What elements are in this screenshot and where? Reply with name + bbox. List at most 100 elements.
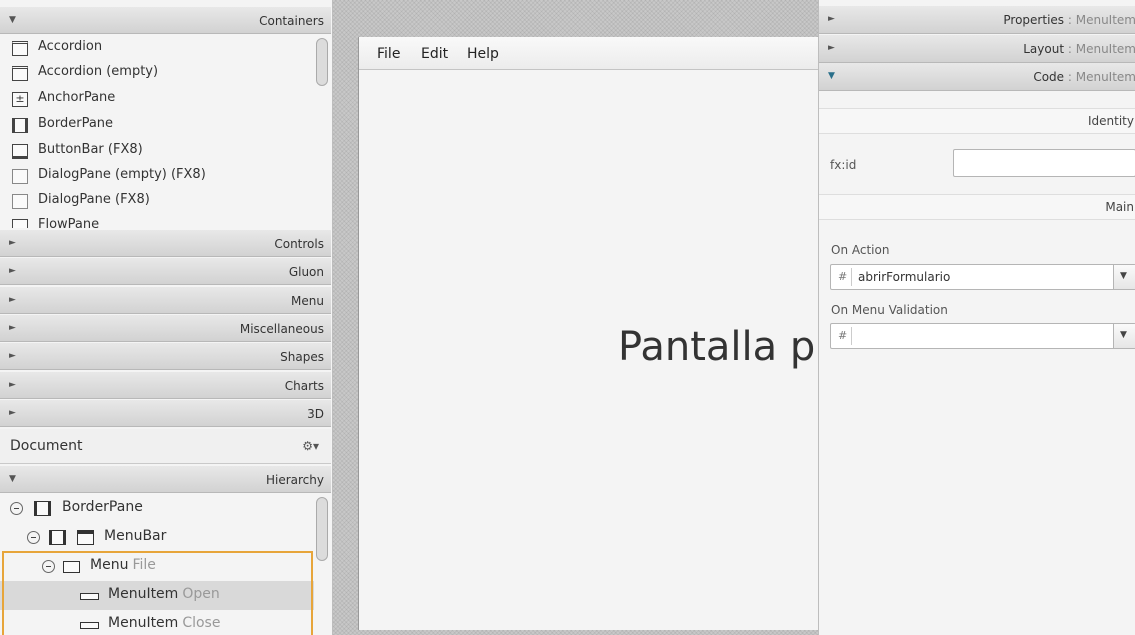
collapsed-arrow-icon: ► xyxy=(9,323,16,333)
menu-help[interactable]: Help xyxy=(467,46,499,62)
expanded-arrow-icon: ▼ xyxy=(9,474,16,484)
dialogpane-icon xyxy=(12,169,28,184)
layout-title: Layout xyxy=(1023,42,1065,56)
on-action-value[interactable]: abrirFormulario xyxy=(858,270,950,284)
collapsed-arrow-icon: ► xyxy=(9,266,16,276)
identity-section: Identity xyxy=(819,108,1135,134)
tree-node-menubar[interactable]: MenuBar xyxy=(0,523,314,552)
code-header[interactable]: ▼ Code : MenuItem xyxy=(819,63,1135,91)
on-action-label: On Action xyxy=(831,243,890,257)
collapsed-arrow-icon: ► xyxy=(9,408,16,418)
document-header: Document ⚙▾ xyxy=(0,429,331,464)
properties-header[interactable]: ► Properties : MenuItem xyxy=(819,6,1135,34)
hash-icon: # xyxy=(838,270,848,283)
accordion-icon xyxy=(12,41,28,56)
collapsed-arrow-icon: ► xyxy=(828,43,835,53)
tree-node-borderpane[interactable]: BorderPane xyxy=(0,494,314,523)
main-section: Main xyxy=(819,194,1135,220)
anchorpane-icon: ± xyxy=(12,92,28,107)
collapsed-arrow-icon: ► xyxy=(828,14,835,24)
collapse-icon[interactable] xyxy=(42,560,55,573)
dropdown-button[interactable]: ▼ xyxy=(1113,265,1135,289)
menu-edit[interactable]: Edit xyxy=(421,46,448,62)
shapes-header[interactable]: ► Shapes xyxy=(0,342,331,370)
design-canvas[interactable]: File Edit Help Pantalla principal xyxy=(358,37,818,630)
hash-icon: # xyxy=(838,329,848,342)
menuitem-icon xyxy=(80,622,99,629)
containers-title: Containers xyxy=(259,14,324,28)
containers-header[interactable]: ▼ Containers xyxy=(0,6,331,34)
gear-icon[interactable]: ⚙▾ xyxy=(302,439,319,453)
library-item-accordion-empty[interactable]: Accordion (empty) xyxy=(0,61,314,86)
collapse-icon[interactable] xyxy=(10,502,23,515)
buttonbar-icon xyxy=(12,144,28,159)
collapse-icon[interactable] xyxy=(27,531,40,544)
tree-node-name: MenuItem xyxy=(108,586,179,602)
combo-separator xyxy=(851,268,852,286)
library-item-borderpane[interactable]: BorderPane xyxy=(0,113,314,138)
dialogpane-icon xyxy=(12,194,28,209)
combo-separator xyxy=(851,327,852,345)
tree-node-subtitle: Close xyxy=(182,615,221,631)
fxid-label: fx:id xyxy=(830,158,857,172)
library-item-accordion[interactable]: Accordion xyxy=(0,36,314,61)
library-item-buttonbar[interactable]: ButtonBar (FX8) xyxy=(0,139,314,164)
tree-node-subtitle: File xyxy=(132,557,156,573)
code-target: MenuItem xyxy=(1075,70,1135,84)
collapsed-arrow-icon: ► xyxy=(9,238,16,248)
on-action-combo[interactable]: # abrirFormulario ▼ xyxy=(830,264,1135,290)
hierarchy-header[interactable]: ▼ Hierarchy xyxy=(0,465,331,493)
main-label[interactable]: Pantalla principal xyxy=(618,324,818,370)
tree-node-menuitem-close[interactable]: MenuItem Close xyxy=(0,610,314,635)
tree-node-name: MenuBar xyxy=(104,528,167,544)
code-title: Code xyxy=(1033,70,1065,84)
chevron-down-icon: ▼ xyxy=(1120,271,1127,281)
left-panel: ▼ Containers Accordion Accordion (empty)… xyxy=(0,0,333,635)
collapsed-arrow-icon: ► xyxy=(9,380,16,390)
properties-title: Properties xyxy=(1003,13,1065,27)
preview-menubar[interactable]: File Edit Help xyxy=(359,37,818,70)
tree-node-menu-file[interactable]: Menu File xyxy=(0,552,314,581)
layout-target: MenuItem xyxy=(1075,42,1135,56)
tree-node-name: Menu xyxy=(90,557,129,573)
library-item-anchorpane[interactable]: ± AnchorPane xyxy=(0,87,314,112)
chevron-down-icon: ▼ xyxy=(1120,330,1127,340)
library-item-dialogpane-empty[interactable]: DialogPane (empty) (FX8) xyxy=(0,164,314,189)
library-item-flowpane[interactable]: FlowPane xyxy=(0,214,314,228)
collapsed-arrow-icon: ► xyxy=(9,295,16,305)
hierarchy-scrollbar[interactable] xyxy=(316,497,328,561)
borderpane-icon xyxy=(34,501,51,516)
borderpane-icon xyxy=(49,530,66,545)
menu-icon xyxy=(63,561,80,573)
tree-node-subtitle: Open xyxy=(182,586,220,602)
gluon-header[interactable]: ► Gluon xyxy=(0,257,331,285)
on-menu-validation-label: On Menu Validation xyxy=(831,303,948,317)
expanded-arrow-icon: ▼ xyxy=(828,71,835,81)
menu-header[interactable]: ► Menu xyxy=(0,286,331,314)
menubar-icon xyxy=(77,530,94,545)
collapsed-arrow-icon: ► xyxy=(9,351,16,361)
charts-header[interactable]: ► Charts xyxy=(0,371,331,399)
flowpane-icon xyxy=(12,219,28,228)
controls-header[interactable]: ► Controls xyxy=(0,229,331,257)
document-title: Document xyxy=(10,438,83,454)
accordion-icon xyxy=(12,66,28,81)
content-panel: File Edit Help Pantalla principal xyxy=(333,0,818,635)
menuitem-icon xyxy=(80,593,99,600)
dropdown-button[interactable]: ▼ xyxy=(1113,324,1135,348)
borderpane-icon xyxy=(12,118,28,133)
tree-node-menuitem-open[interactable]: MenuItem Open xyxy=(0,581,314,610)
library-scrollbar[interactable] xyxy=(316,38,328,86)
layout-header[interactable]: ► Layout : MenuItem xyxy=(819,35,1135,63)
miscellaneous-header[interactable]: ► Miscellaneous xyxy=(0,314,331,342)
expanded-arrow-icon: ▼ xyxy=(9,15,16,25)
library-item-dialogpane[interactable]: DialogPane (FX8) xyxy=(0,189,314,214)
inspector-panel: ► Properties : MenuItem ► Layout : MenuI… xyxy=(818,0,1135,635)
properties-target: MenuItem xyxy=(1075,13,1135,27)
tree-node-name: BorderPane xyxy=(62,499,143,515)
on-menu-validation-combo[interactable]: # ▼ xyxy=(830,323,1135,349)
tree-node-name: MenuItem xyxy=(108,615,179,631)
menu-file[interactable]: File xyxy=(377,46,400,62)
3d-header[interactable]: ► 3D xyxy=(0,399,331,427)
fxid-field[interactable] xyxy=(953,149,1135,177)
